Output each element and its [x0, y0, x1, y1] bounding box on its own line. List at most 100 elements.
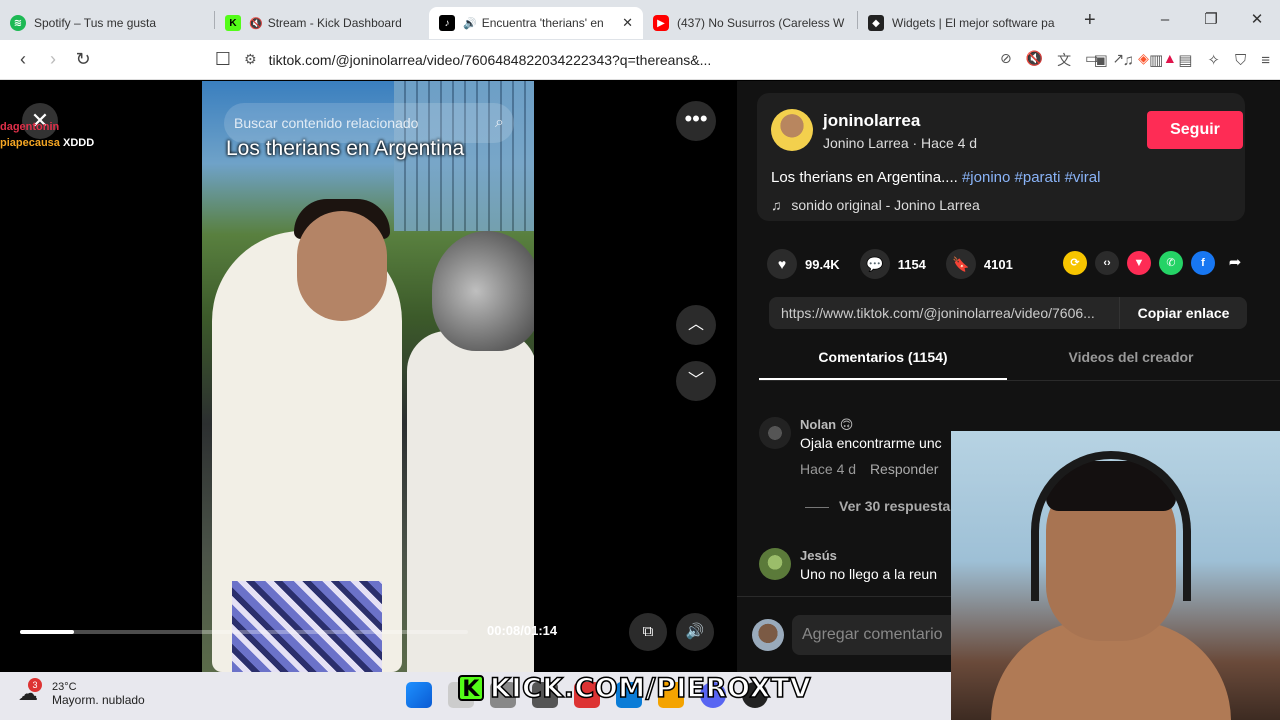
no-video-icon[interactable]: ⊘: [1000, 50, 1012, 70]
tab-comments[interactable]: Comentarios (1154): [759, 349, 1007, 380]
mute-icon[interactable]: 🔇: [249, 17, 263, 30]
avatar[interactable]: [759, 548, 791, 580]
weather-widget[interactable]: ☁ 3 23°C Mayorm. nublado: [18, 678, 145, 708]
restore-icon[interactable]: ❐: [1188, 0, 1234, 40]
bookmark-icon[interactable]: ☐: [208, 49, 238, 70]
progress-fill: [20, 630, 74, 634]
muted-icon[interactable]: 🔇: [1026, 50, 1043, 70]
copy-link-button[interactable]: Copiar enlace: [1119, 297, 1247, 329]
leo-icon[interactable]: ✧: [1207, 51, 1220, 69]
url-text: tiktok.com/@joninolarrea/video/760648482…: [268, 51, 712, 68]
bookmark-icon: 🔖: [945, 249, 976, 279]
temperature: 23°C: [52, 681, 77, 693]
search-icon[interactable]: ⌕: [495, 114, 504, 132]
hashtag[interactable]: #jonino: [962, 169, 1010, 186]
translate-icon[interactable]: 文: [1057, 50, 1071, 70]
kick-icon: K: [225, 15, 241, 31]
tab-widgets[interactable]: ◆ Widgets | El mejor software pa: [858, 7, 1072, 39]
pip-icon[interactable]: ⧉: [629, 613, 667, 651]
kick-logo-icon: K: [458, 675, 484, 702]
author-username[interactable]: joninolarrea: [823, 111, 920, 131]
close-tab-icon[interactable]: ✕: [622, 15, 633, 31]
reload-icon[interactable]: ↻: [68, 49, 98, 70]
comment-text: Uno no llego a la reun: [800, 566, 937, 582]
post-description: Los therians en Argentina.... #jonino #p…: [771, 169, 1101, 186]
tab-spotify[interactable]: ≋ Spotify – Tus me gusta: [0, 7, 214, 39]
tab-label: (437) No Susurros (Careless W: [677, 16, 845, 30]
tab-creator-videos[interactable]: Videos del creador: [1007, 349, 1255, 380]
music-note-icon: ♫: [771, 197, 782, 213]
notification-badge: 3: [28, 678, 42, 692]
facebook-icon[interactable]: f: [1191, 251, 1215, 275]
save-button[interactable]: 🔖 4101: [945, 249, 1013, 279]
video-time: 00:08/01:14: [487, 623, 558, 638]
tab-search-icon[interactable]: ▣: [1094, 51, 1108, 69]
post-actions: ♥ 99.4K 💬 1154 🔖 4101: [767, 249, 1013, 279]
new-tab-button[interactable]: +: [1084, 9, 1096, 32]
minimize-icon[interactable]: –: [1142, 0, 1188, 40]
site-info-icon[interactable]: ⚙: [244, 51, 257, 68]
forward-icon[interactable]: ›: [38, 49, 68, 70]
comment-meta: Hace 4 d Responder: [800, 461, 939, 477]
avatar[interactable]: [771, 109, 813, 151]
follow-button[interactable]: Seguir: [1147, 111, 1243, 149]
like-button[interactable]: ♥ 99.4K: [767, 249, 840, 279]
url-field[interactable]: ⚙ tiktok.com/@joninolarrea/video/7606484…: [244, 45, 984, 75]
next-video-button[interactable]: ﹀: [676, 361, 716, 401]
video-link[interactable]: https://www.tiktok.com/@joninolarrea/vid…: [769, 305, 1119, 321]
stream-url-overlay: K KICK.COM/PIEROXTV: [458, 672, 811, 704]
tab-label: Stream - Kick Dashboard: [267, 16, 402, 30]
more-options-button[interactable]: •••: [676, 101, 716, 141]
view-replies-button[interactable]: Ver 30 respuesta: [805, 498, 950, 514]
chat-line: piapecausa XDDD: [0, 137, 95, 149]
cloud-icon: ☁ 3: [18, 678, 46, 708]
headset: [1031, 451, 1191, 601]
tab-youtube[interactable]: ▶ (437) No Susurros (Careless W: [643, 7, 857, 39]
hashtag[interactable]: #viral: [1065, 169, 1101, 186]
embed-icon[interactable]: ‹›: [1095, 251, 1119, 275]
previous-video-button[interactable]: ︿: [676, 305, 716, 345]
music-info[interactable]: ♫ sonido original - Jonino Larrea: [771, 197, 980, 213]
send-friends-icon[interactable]: ▼: [1127, 251, 1151, 275]
wallet-icon[interactable]: ▤: [1178, 51, 1192, 69]
copy-link-box: https://www.tiktok.com/@joninolarrea/vid…: [769, 297, 1247, 329]
menu-icon[interactable]: ≡: [1261, 52, 1270, 69]
video-player[interactable]: Buscar contenido relacionado ⌕ Los theri…: [202, 81, 534, 672]
tab-tiktok[interactable]: ♪ 🔊 Encuentra 'therians' en ✕: [429, 7, 643, 39]
comment-icon: 💬: [859, 249, 890, 279]
comment-author[interactable]: Nolan 🙃: [800, 417, 853, 433]
post-info-card: joninolarrea Jonino Larrea · Hace 4 d Se…: [757, 93, 1245, 221]
vpn-icon[interactable]: ⛉: [1235, 52, 1246, 69]
repost-icon[interactable]: ⟳: [1063, 251, 1087, 275]
author-subtitle: Jonino Larrea · Hace 4 d: [823, 135, 978, 151]
whatsapp-icon[interactable]: ✆: [1159, 251, 1183, 275]
chat-line: dagentonin: [0, 121, 60, 133]
video-person-wolf-mask: [407, 331, 534, 672]
youtube-icon: ▶: [653, 15, 669, 31]
close-window-icon[interactable]: ✕: [1234, 0, 1280, 40]
sidebar-icon[interactable]: ▥: [1149, 51, 1163, 69]
tab-label: Encuentra 'therians' en: [481, 16, 604, 30]
comment-button[interactable]: 💬 1154: [859, 249, 926, 279]
comment-author[interactable]: Jesús: [800, 548, 837, 563]
share-options: ⟳ ‹› ▼ ✆ f ➦: [1063, 251, 1247, 275]
windows-start-icon[interactable]: [406, 682, 432, 708]
toolbar-right: ▣ ♫ ▥ ▤ ✧ ⛉ ≡: [1094, 40, 1270, 80]
avatar: [752, 619, 784, 651]
video-person-head: [297, 211, 387, 321]
heart-icon: ♥: [767, 249, 797, 279]
tab-kick[interactable]: K 🔇 Stream - Kick Dashboard: [215, 7, 429, 39]
widgets-icon: ◆: [868, 15, 884, 31]
reply-button[interactable]: Responder: [870, 461, 939, 477]
media-icon[interactable]: ♫: [1123, 52, 1134, 69]
audio-icon[interactable]: 🔊: [463, 17, 477, 30]
video-progress-bar[interactable]: [20, 630, 468, 634]
back-icon[interactable]: ‹: [8, 49, 38, 70]
share-more-icon[interactable]: ➦: [1223, 251, 1247, 275]
comment-count: 1154: [897, 256, 926, 272]
volume-icon[interactable]: 🔊: [676, 613, 714, 651]
spotify-icon: ≋: [10, 15, 26, 31]
avatar[interactable]: [759, 417, 791, 449]
hashtag[interactable]: #parati: [1015, 169, 1061, 186]
webcam-overlay: [951, 431, 1280, 720]
